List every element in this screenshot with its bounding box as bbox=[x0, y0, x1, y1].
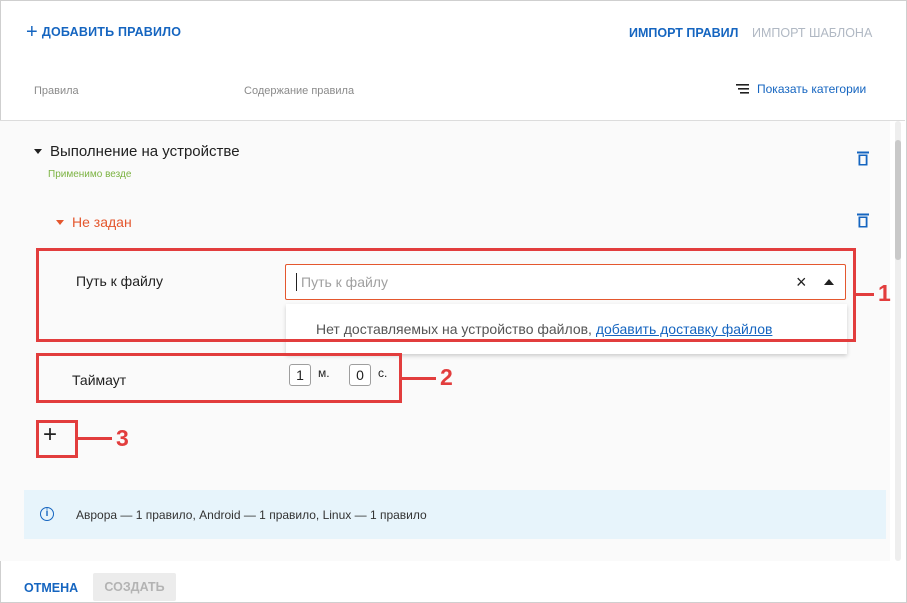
sub-rule-toggle[interactable]: Не задан bbox=[56, 214, 132, 230]
rule-group-toggle[interactable]: Выполнение на устройстве bbox=[34, 143, 240, 160]
plus-icon: + bbox=[26, 21, 38, 43]
info-icon: i bbox=[40, 507, 54, 521]
column-header-rules: Правила bbox=[34, 85, 79, 97]
list-icon bbox=[736, 84, 749, 94]
callout-number-1: 1 bbox=[878, 280, 891, 306]
callout-number-3: 3 bbox=[116, 425, 129, 451]
callout-line-1 bbox=[856, 293, 874, 296]
trash-icon[interactable] bbox=[857, 151, 869, 166]
info-text: Аврора — 1 правило, Android — 1 правило,… bbox=[76, 508, 427, 522]
cancel-button[interactable]: ОТМЕНА bbox=[24, 581, 78, 595]
show-categories-label: Показать категории bbox=[757, 82, 867, 96]
import-template-button[interactable]: ИМПОРТ ШАБЛОНА bbox=[752, 26, 872, 40]
trash-icon[interactable] bbox=[857, 213, 869, 228]
callout-line-2 bbox=[402, 377, 436, 380]
rule-group-title: Выполнение на устройстве bbox=[50, 143, 240, 160]
callout-number-2: 2 bbox=[440, 364, 453, 390]
callout-box-3 bbox=[36, 420, 78, 458]
callout-box-1 bbox=[36, 248, 856, 342]
callout-line-3 bbox=[78, 437, 112, 440]
column-header-content: Содержание правила bbox=[244, 85, 355, 97]
info-banner: i Аврора — 1 правило, Android — 1 правил… bbox=[24, 490, 886, 539]
applies-everywhere-label: Применимо везде bbox=[48, 169, 132, 180]
add-rule-button[interactable]: + ДОБАВИТЬ ПРАВИЛО bbox=[26, 21, 182, 43]
caret-down-icon bbox=[56, 219, 64, 225]
callout-box-2 bbox=[36, 353, 402, 403]
create-button[interactable]: СОЗДАТЬ bbox=[93, 573, 176, 601]
import-rules-button[interactable]: ИМПОРТ ПРАВИЛ bbox=[629, 26, 738, 40]
sub-rule-title: Не задан bbox=[72, 214, 132, 230]
add-rule-label: ДОБАВИТЬ ПРАВИЛО bbox=[41, 25, 182, 39]
scrollbar-thumb[interactable] bbox=[895, 140, 901, 260]
show-categories-button[interactable]: Показать категории bbox=[736, 82, 866, 96]
caret-down-icon bbox=[34, 149, 42, 154]
